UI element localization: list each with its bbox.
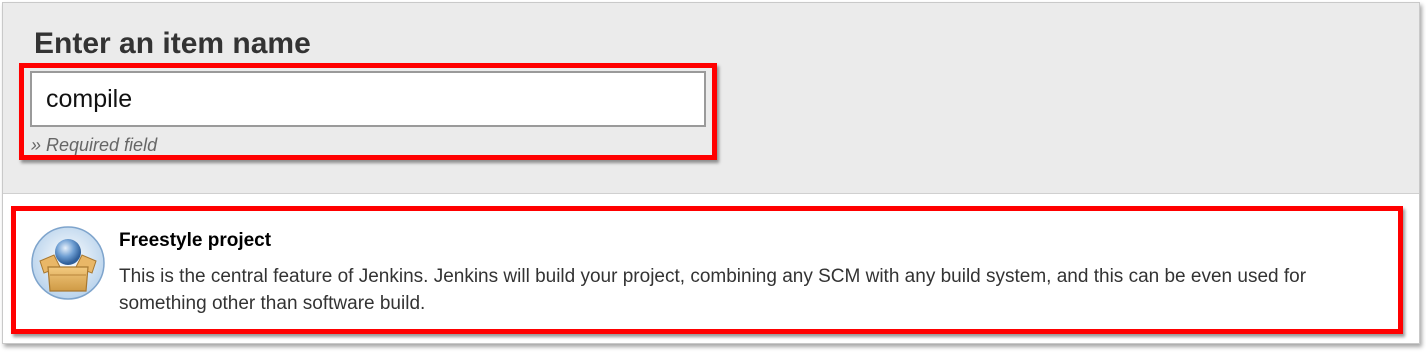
item-name-input[interactable] [30,71,706,127]
item-type-title: Freestyle project [119,230,272,251]
page-title: Enter an item name [34,27,311,60]
required-field-note: » Required field [31,135,158,155]
item-type-freestyle-project[interactable]: Freestyle project This is the central fe… [16,211,1398,329]
freestyle-project-icon [31,226,105,300]
item-type-description: This is the central feature of Jenkins. … [119,266,1307,314]
